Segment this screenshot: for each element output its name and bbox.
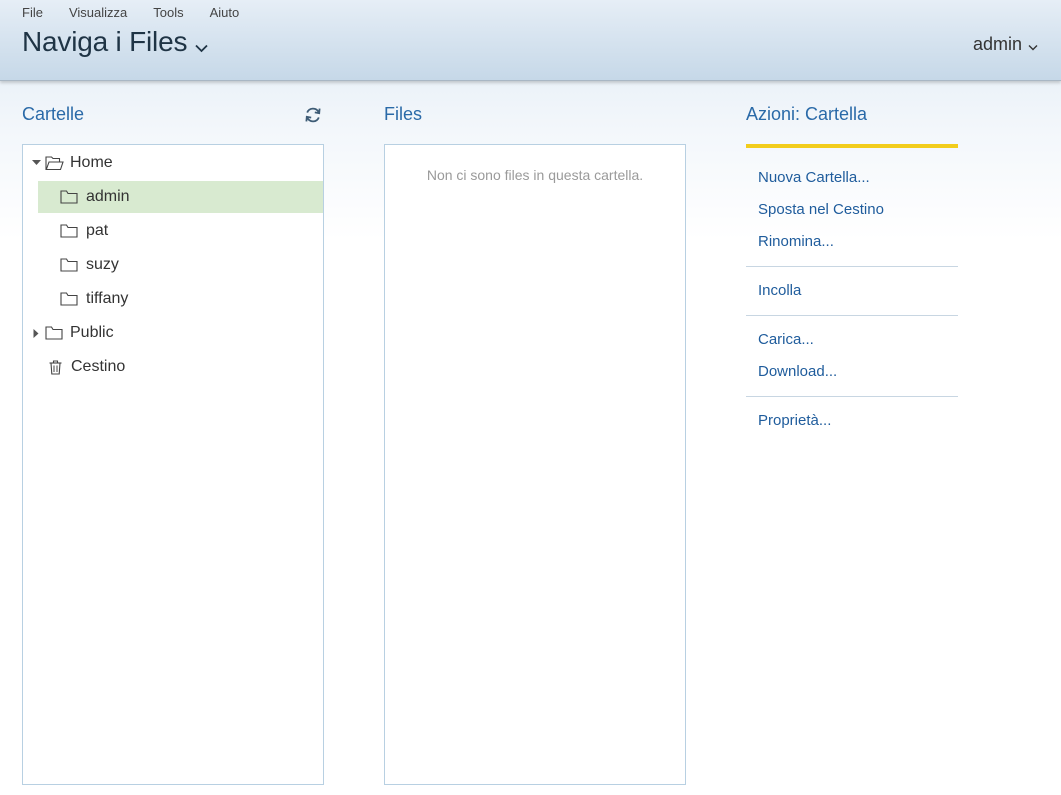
file-list[interactable]: Non ci sono files in questa cartella. bbox=[384, 144, 686, 785]
tree-node-public[interactable]: Public bbox=[31, 317, 323, 349]
tree-node-label: admin bbox=[86, 188, 130, 205]
tree-node-label: suzy bbox=[86, 256, 119, 273]
properties-action[interactable]: Proprietà... bbox=[758, 412, 831, 430]
folder-icon bbox=[60, 292, 78, 306]
folder-icon bbox=[60, 224, 78, 238]
perspective-switcher[interactable]: Naviga i Files bbox=[22, 24, 208, 60]
tree-node-label: Public bbox=[70, 324, 114, 341]
tree-node-label: pat bbox=[86, 222, 109, 239]
folder-tree: Home admin pat suzy tiffany Public Cesti… bbox=[22, 144, 324, 785]
chevron-down-icon bbox=[1028, 35, 1038, 56]
menu-file[interactable]: File bbox=[22, 5, 43, 20]
download-action[interactable]: Download... bbox=[758, 363, 837, 381]
actions-divider bbox=[746, 266, 958, 267]
user-menu[interactable]: admin bbox=[973, 33, 1038, 56]
tree-node-label: Cestino bbox=[71, 358, 126, 375]
actions-accent-bar bbox=[746, 144, 958, 148]
tree-node-trash[interactable]: Cestino bbox=[31, 351, 323, 383]
actions-divider bbox=[746, 396, 958, 397]
refresh-icon[interactable] bbox=[304, 106, 322, 124]
trash-icon bbox=[49, 359, 62, 375]
tree-node-label: Home bbox=[70, 154, 113, 171]
folder-icon bbox=[60, 258, 78, 272]
tree-node-pat[interactable]: pat bbox=[38, 215, 323, 247]
rename-action[interactable]: Rinomina... bbox=[758, 233, 834, 251]
user-name: admin bbox=[972, 34, 1022, 54]
tree-node-suzy[interactable]: suzy bbox=[38, 249, 323, 281]
app-header: File Visualizza Tools Aiuto Naviga i Fil… bbox=[0, 0, 1061, 81]
folder-open-icon bbox=[45, 155, 64, 171]
actions-divider bbox=[746, 315, 958, 316]
new-folder-action[interactable]: Nuova Cartella... bbox=[758, 169, 870, 187]
tree-node-home[interactable]: Home bbox=[31, 147, 323, 179]
menu-tools[interactable]: Tools bbox=[153, 5, 183, 20]
chevron-down-icon bbox=[195, 28, 208, 60]
caret-right-icon[interactable] bbox=[31, 328, 41, 338]
actions-panel-title: Azioni: Cartella bbox=[746, 104, 868, 124]
paste-action[interactable]: Incolla bbox=[758, 282, 801, 300]
folder-icon bbox=[45, 326, 63, 340]
upload-action[interactable]: Carica... bbox=[758, 331, 814, 349]
menu-view[interactable]: Visualizza bbox=[69, 5, 127, 20]
empty-folder-message: Non ci sono files in questa cartella. bbox=[426, 167, 644, 183]
caret-down-icon[interactable] bbox=[31, 158, 41, 168]
files-panel-title: Files bbox=[384, 104, 423, 124]
menu-help[interactable]: Aiuto bbox=[210, 5, 240, 20]
tree-node-label: tiffany bbox=[86, 290, 129, 307]
tree-node-admin[interactable]: admin bbox=[38, 181, 323, 213]
folder-icon bbox=[60, 190, 78, 204]
menu-bar: File Visualizza Tools Aiuto bbox=[22, 5, 265, 20]
tree-node-tiffany[interactable]: tiffany bbox=[38, 283, 323, 315]
perspective-title: Naviga i Files bbox=[22, 26, 188, 57]
folders-panel-title: Cartelle bbox=[22, 104, 85, 124]
move-to-trash-action[interactable]: Sposta nel Cestino bbox=[758, 201, 884, 219]
